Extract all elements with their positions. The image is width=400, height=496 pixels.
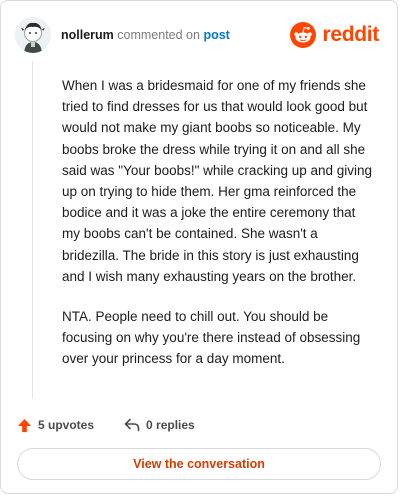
comment-paragraph: NTA. People need to chill out. You shoul… — [62, 309, 361, 367]
reddit-snoo-icon — [290, 22, 317, 48]
user-avatar[interactable] — [15, 17, 51, 53]
upvote-button[interactable]: 5 upvotes — [17, 418, 94, 433]
comment-meta: nollerum commented on post — [61, 27, 230, 43]
thread-line — [32, 61, 33, 399]
username-link[interactable]: nollerum — [61, 28, 114, 42]
reply-arrow-icon — [124, 418, 140, 432]
reddit-wordmark: reddit — [322, 23, 379, 46]
reply-button[interactable]: 0 replies — [124, 418, 195, 432]
upvote-count: 5 upvotes — [38, 418, 95, 432]
view-conversation-button[interactable]: View the conversation — [17, 448, 381, 480]
avatar-image — [15, 17, 51, 53]
post-link[interactable]: post — [203, 28, 229, 42]
comment-body: When I was a bridesmaid for one of my fr… — [62, 75, 376, 389]
upvote-arrow-icon — [17, 418, 32, 432]
comment-footer: 5 upvotes 0 replies — [17, 415, 381, 435]
action-text: commented on — [117, 28, 200, 42]
reddit-logo[interactable]: reddit — [290, 19, 379, 51]
comment-paragraph: When I was a bridesmaid for one of my fr… — [62, 78, 373, 284]
comment-header: nollerum commented on post reddit — [15, 17, 383, 53]
comment-embed-card: nollerum commented on post reddit When I… — [0, 0, 398, 494]
reply-count: 0 replies — [146, 418, 195, 432]
